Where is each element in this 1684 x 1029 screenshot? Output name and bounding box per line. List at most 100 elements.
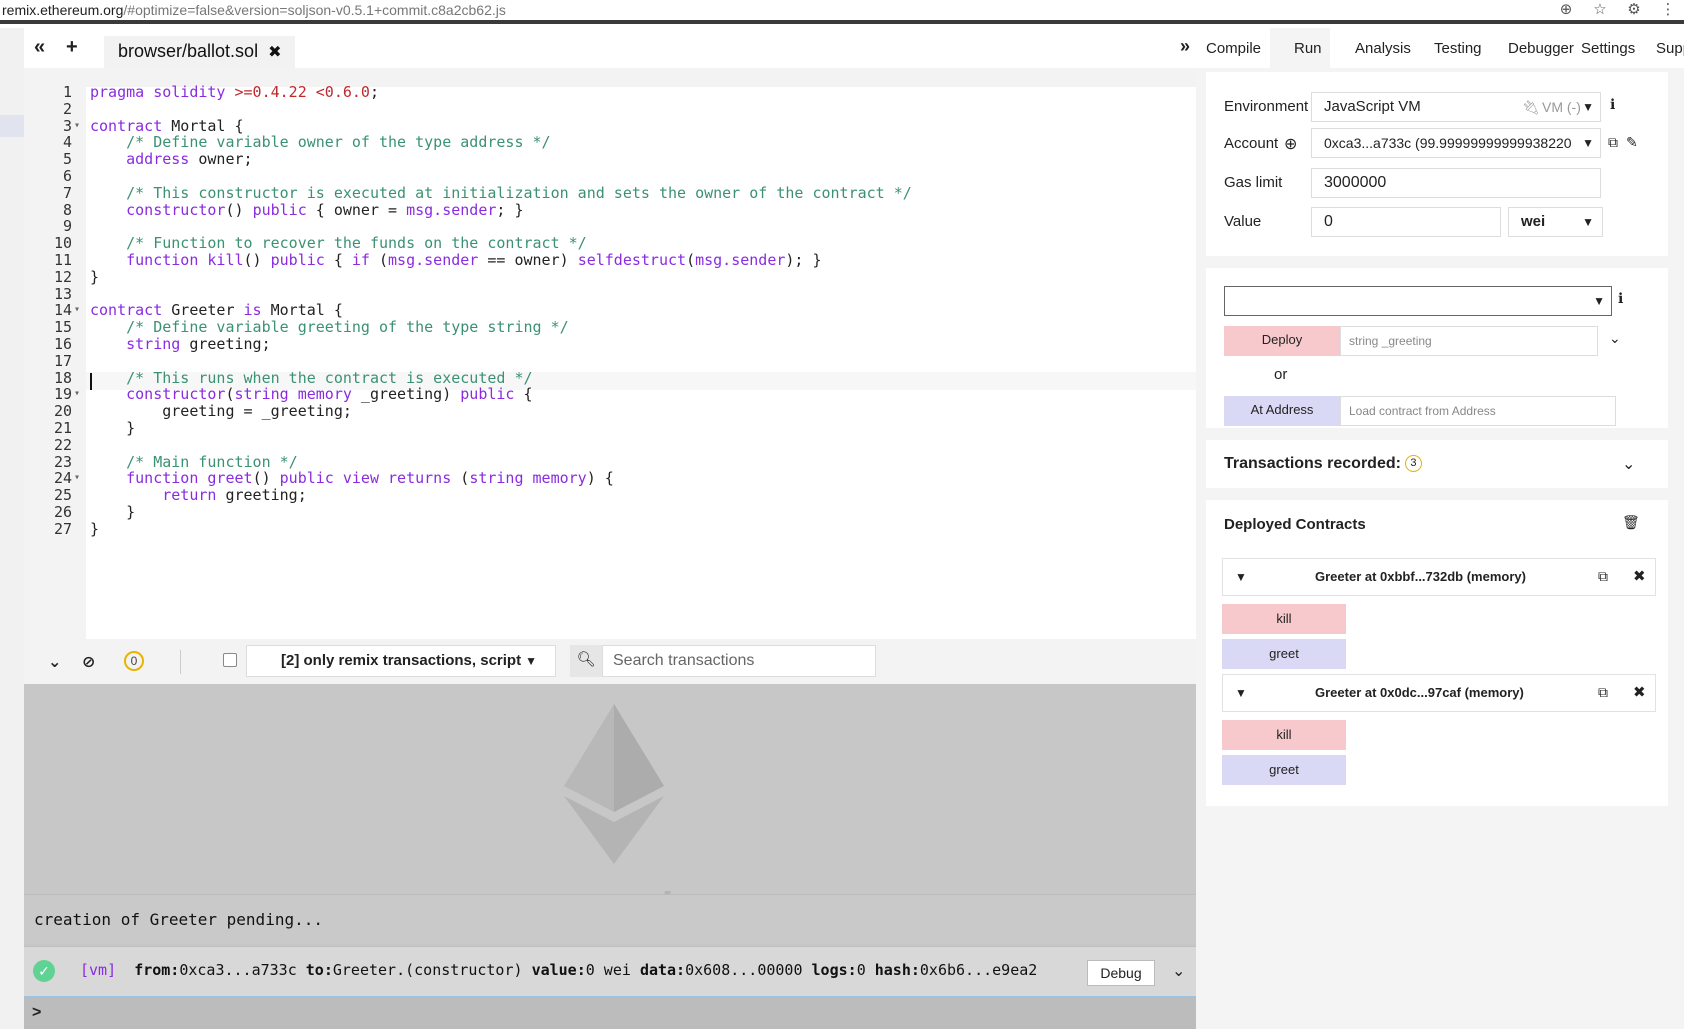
tab-settings[interactable]: Settings	[1581, 40, 1635, 57]
trash-icon[interactable]: 🗑︎	[1622, 514, 1640, 531]
code-line[interactable]: 17	[24, 352, 1196, 370]
code-line[interactable]: 23 /* Main function */	[24, 453, 1196, 471]
clear-console-icon[interactable]: ⊘	[82, 652, 95, 672]
browser-url-bar[interactable]: remix.ethereum.org/#optimize=false&versi…	[0, 0, 1684, 24]
deploy-card: ▼ ℹ Deploy string _greeting ⌄ or At Addr…	[1206, 268, 1668, 428]
code-line[interactable]: 5 address owner;	[24, 150, 1196, 168]
vm-label: VM (-)	[1542, 99, 1581, 115]
line-number: 17	[53, 351, 72, 370]
tab-testing[interactable]: Testing	[1434, 40, 1482, 57]
code-line[interactable]: 21 }	[24, 419, 1196, 437]
star-icon[interactable]: ☆	[1590, 0, 1610, 20]
edit-icon[interactable]: ✎	[1626, 134, 1638, 151]
copy-icon[interactable]: ⧉	[1608, 134, 1618, 151]
line-number: 14	[53, 301, 72, 320]
expand-triangle-icon[interactable]: ▼	[1235, 686, 1247, 700]
code-line[interactable]: 10 /* Function to recover the funds on t…	[24, 234, 1196, 252]
info-icon[interactable]: ℹ	[1610, 96, 1615, 113]
code-line[interactable]: 12}	[24, 268, 1196, 286]
tab-analysis[interactable]: Analysis	[1355, 40, 1411, 57]
expand-triangle-icon[interactable]: ▼	[1235, 570, 1247, 584]
code-line[interactable]: 16 string greeting;	[24, 335, 1196, 353]
code-line[interactable]: 4 /* Define variable owner of the type a…	[24, 133, 1196, 151]
code-line[interactable]: 24 ▾ function greet() public view returns…	[24, 469, 1196, 487]
transactions-recorded-card[interactable]: Transactions recorded: 3 ⌄	[1206, 440, 1668, 488]
line-number: 15	[53, 318, 72, 337]
value-input[interactable]: 0	[1311, 207, 1501, 237]
close-tab-icon[interactable]: ✖	[268, 44, 281, 61]
code-line[interactable]: 9	[24, 217, 1196, 235]
code-line[interactable]: 1 pragma solidity >=0.4.22 <0.6.0;	[24, 83, 1196, 101]
debug-button[interactable]: Debug	[1087, 960, 1155, 986]
code-line[interactable]: 22	[24, 436, 1196, 454]
code-line[interactable]: 19 ▾ constructor(string memory _greeting)…	[24, 385, 1196, 403]
new-file-icon[interactable]: +	[66, 36, 78, 59]
close-icon[interactable]: ✖	[1633, 683, 1646, 701]
code-line[interactable]: 20 greeting = _greeting;	[24, 402, 1196, 420]
listen-network-checkbox[interactable]	[223, 653, 237, 667]
code-line[interactable]: 14 ▾ contract Greeter is Mortal {	[24, 301, 1196, 319]
code-line[interactable]: 8 constructor() public { owner = msg.sen…	[24, 201, 1196, 219]
close-icon[interactable]: ✖	[1633, 567, 1646, 585]
info-icon[interactable]: ℹ	[1618, 290, 1623, 307]
kill-button[interactable]: kill	[1222, 720, 1346, 750]
code-line[interactable]: 15 /* Define variable greeting of the ty…	[24, 318, 1196, 336]
code-line[interactable]: 2	[24, 100, 1196, 118]
environment-select[interactable]: JavaScript VM 🔌︎ VM (-) ▼	[1311, 92, 1601, 122]
collapse-terminal-icon[interactable]: ⌄	[48, 652, 61, 672]
line-number: 22	[53, 435, 72, 454]
line-number: 24	[53, 469, 72, 488]
code-editor[interactable]: 1 pragma solidity >=0.4.22 <0.6.0; 2 3 ▾ cont…	[24, 68, 1196, 640]
add-account-icon[interactable]: ⊕	[1284, 134, 1297, 154]
tab-run[interactable]: Run	[1294, 40, 1322, 57]
code-line[interactable]: 6	[24, 167, 1196, 185]
zoom-icon[interactable]: ⊕	[1556, 0, 1576, 20]
file-tab[interactable]: browser/ballot.sol ✖	[104, 36, 296, 68]
code-line[interactable]: 25 return greeting;	[24, 486, 1196, 504]
code-line[interactable]: 3 ▾ contract Mortal {	[24, 117, 1196, 135]
line-number: 18	[53, 368, 72, 387]
greet-button[interactable]: greet	[1222, 755, 1346, 785]
transactions-recorded-label: Transactions recorded: 3	[1224, 455, 1422, 473]
search-icon[interactable]: 🔍︎	[570, 645, 602, 677]
chevron-down-icon[interactable]: ⌄	[1622, 454, 1635, 474]
fold-toggle-icon[interactable]: ▾	[74, 469, 80, 487]
tab-debugger[interactable]: Debugger	[1508, 40, 1574, 57]
code-line[interactable]: 7 /* This constructor is executed at ini…	[24, 184, 1196, 202]
fold-toggle-icon[interactable]: ▾	[74, 301, 80, 319]
expand-tx-chevron-icon[interactable]: ⌄	[1172, 961, 1185, 981]
fold-toggle-icon[interactable]: ▾	[74, 385, 80, 403]
deploy-button[interactable]: Deploy	[1224, 326, 1340, 356]
collapse-right-icon[interactable]: »	[1180, 36, 1190, 57]
kill-button[interactable]: kill	[1222, 604, 1346, 634]
gas-limit-input[interactable]: 3000000	[1311, 168, 1601, 198]
search-input[interactable]: Search transactions	[602, 645, 876, 677]
code-line[interactable]: 11 function kill() public { if (msg.send…	[24, 251, 1196, 269]
tab-compile[interactable]: Compile	[1206, 40, 1261, 57]
menu-icon[interactable]: ⋮	[1658, 0, 1678, 20]
console-prompt[interactable]: >	[24, 996, 1196, 1029]
contract-instance[interactable]: ▼ Greeter at 0x0dc...97caf (memory) ⧉ ✖	[1222, 674, 1656, 712]
copy-icon[interactable]: ⧉	[1598, 568, 1608, 585]
tx-log-row[interactable]: ✓ [vm] from:0xca3...a733c to:Greeter.(co…	[24, 946, 1196, 996]
code-line[interactable]: 27}	[24, 520, 1196, 538]
account-select[interactable]: 0xca3...a733c (99.99999999999938220 ▼	[1311, 128, 1601, 158]
deployed-contracts-label: Deployed Contracts	[1224, 516, 1366, 533]
tab-support[interactable]: Supp	[1656, 40, 1684, 57]
collapse-left-icon[interactable]: «	[34, 36, 45, 59]
fold-toggle-icon[interactable]: ▾	[74, 117, 80, 135]
greet-button[interactable]: greet	[1222, 639, 1346, 669]
code-line[interactable]: 13	[24, 285, 1196, 303]
at-address-input[interactable]: Load contract from Address	[1340, 396, 1616, 426]
contract-select[interactable]: ▼	[1224, 286, 1612, 316]
at-address-button[interactable]: At Address	[1224, 396, 1340, 426]
code-line[interactable]: 26 }	[24, 503, 1196, 521]
code-line[interactable]: 18 /* This runs when the contract is exe…	[24, 369, 1196, 387]
deploy-args-input[interactable]: string _greeting	[1340, 326, 1598, 356]
unit-select[interactable]: wei ▼	[1508, 207, 1603, 237]
copy-icon[interactable]: ⧉	[1598, 684, 1608, 701]
contract-instance[interactable]: ▼ Greeter at 0xbbf...732db (memory) ⧉ ✖	[1222, 558, 1656, 596]
chevron-down-icon[interactable]: ⌄	[1609, 330, 1621, 347]
tx-filter-dropdown[interactable]: [2] only remix transactions, script ▼	[246, 645, 556, 677]
extension-icon[interactable]: ⚙	[1624, 0, 1644, 20]
